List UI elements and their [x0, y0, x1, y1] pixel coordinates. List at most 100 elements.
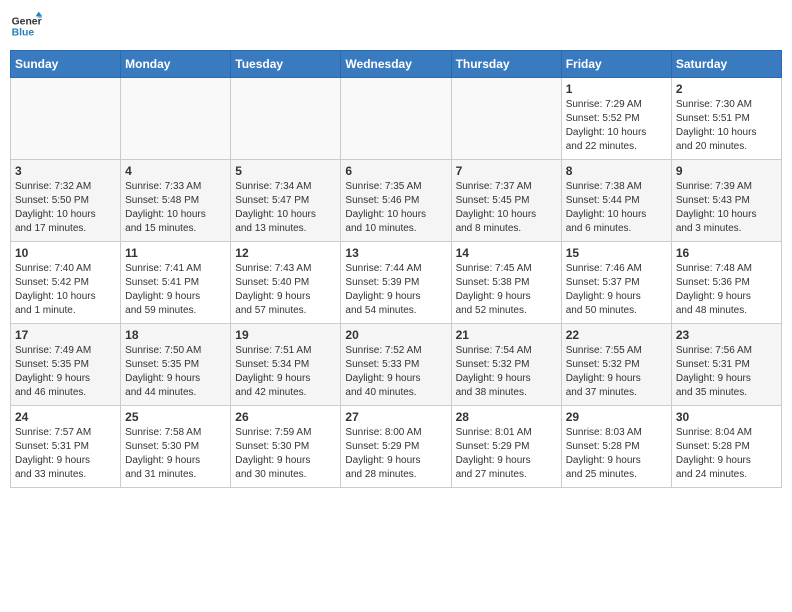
day-number: 28	[456, 410, 557, 424]
calendar-cell: 13 Sunrise: 7:44 AM Sunset: 5:39 PM Dayli…	[341, 242, 451, 324]
day-number: 8	[566, 164, 667, 178]
day-number: 12	[235, 246, 336, 260]
day-info: Sunrise: 7:51 AM Sunset: 5:34 PM Dayligh…	[235, 344, 336, 400]
day-number: 21	[456, 328, 557, 342]
day-number: 5	[235, 164, 336, 178]
day-number: 24	[15, 410, 116, 424]
day-number: 25	[125, 410, 226, 424]
day-info: Sunrise: 7:37 AM Sunset: 5:45 PM Dayligh…	[456, 180, 557, 236]
weekday-header: Friday	[561, 51, 671, 78]
day-number: 27	[345, 410, 446, 424]
day-info: Sunrise: 7:40 AM Sunset: 5:42 PM Dayligh…	[15, 262, 116, 318]
day-info: Sunrise: 7:50 AM Sunset: 5:35 PM Dayligh…	[125, 344, 226, 400]
calendar-cell: 25 Sunrise: 7:58 AM Sunset: 5:30 PM Dayli…	[121, 406, 231, 488]
calendar-cell: 5 Sunrise: 7:34 AM Sunset: 5:47 PM Daylig…	[231, 160, 341, 242]
calendar-cell	[11, 78, 121, 160]
calendar-cell: 9 Sunrise: 7:39 AM Sunset: 5:43 PM Daylig…	[671, 160, 781, 242]
day-number: 2	[676, 82, 777, 96]
calendar-cell	[231, 78, 341, 160]
day-info: Sunrise: 8:01 AM Sunset: 5:29 PM Dayligh…	[456, 426, 557, 482]
day-number: 17	[15, 328, 116, 342]
day-info: Sunrise: 7:57 AM Sunset: 5:31 PM Dayligh…	[15, 426, 116, 482]
day-info: Sunrise: 7:29 AM Sunset: 5:52 PM Dayligh…	[566, 98, 667, 154]
day-info: Sunrise: 7:30 AM Sunset: 5:51 PM Dayligh…	[676, 98, 777, 154]
svg-text:Blue: Blue	[12, 28, 35, 39]
calendar-table: SundayMondayTuesdayWednesdayThursdayFrid…	[10, 50, 782, 488]
weekday-header: Sunday	[11, 51, 121, 78]
day-info: Sunrise: 7:59 AM Sunset: 5:30 PM Dayligh…	[235, 426, 336, 482]
svg-text:General: General	[12, 16, 42, 27]
calendar-cell: 8 Sunrise: 7:38 AM Sunset: 5:44 PM Daylig…	[561, 160, 671, 242]
day-number: 13	[345, 246, 446, 260]
day-info: Sunrise: 7:45 AM Sunset: 5:38 PM Dayligh…	[456, 262, 557, 318]
day-info: Sunrise: 7:32 AM Sunset: 5:50 PM Dayligh…	[15, 180, 116, 236]
day-number: 22	[566, 328, 667, 342]
page-header: General Blue	[10, 10, 782, 42]
calendar-week-row: 10Sunrise: 7:40 AM Sunset: 5:42 PM Dayli…	[11, 242, 782, 324]
calendar-cell: 19Sunrise: 7:51 AM Sunset: 5:34 PM Dayli…	[231, 324, 341, 406]
day-info: Sunrise: 7:44 AM Sunset: 5:39 PM Dayligh…	[345, 262, 446, 318]
calendar-cell: 23Sunrise: 7:56 AM Sunset: 5:31 PM Dayli…	[671, 324, 781, 406]
day-number: 3	[15, 164, 116, 178]
day-info: Sunrise: 8:03 AM Sunset: 5:28 PM Dayligh…	[566, 426, 667, 482]
calendar-header-row: SundayMondayTuesdayWednesdayThursdayFrid…	[11, 51, 782, 78]
day-info: Sunrise: 7:56 AM Sunset: 5:31 PM Dayligh…	[676, 344, 777, 400]
day-number: 4	[125, 164, 226, 178]
day-number: 15	[566, 246, 667, 260]
calendar-cell: 30Sunrise: 8:04 AM Sunset: 5:28 PM Dayli…	[671, 406, 781, 488]
calendar-cell: 11 Sunrise: 7:41 AM Sunset: 5:41 PM Dayli…	[121, 242, 231, 324]
calendar-cell	[341, 78, 451, 160]
day-number: 16	[676, 246, 777, 260]
weekday-header: Saturday	[671, 51, 781, 78]
calendar-cell: 27 Sunrise: 8:00 AM Sunset: 5:29 PM Dayli…	[341, 406, 451, 488]
calendar-cell: 20Sunrise: 7:52 AM Sunset: 5:33 PM Dayli…	[341, 324, 451, 406]
day-number: 6	[345, 164, 446, 178]
calendar-week-row: 1 Sunrise: 7:29 AM Sunset: 5:52 PM Daylig…	[11, 78, 782, 160]
calendar-cell: 14 Sunrise: 7:45 AM Sunset: 5:38 PM Dayli…	[451, 242, 561, 324]
calendar-week-row: 24 Sunrise: 7:57 AM Sunset: 5:31 PM Dayli…	[11, 406, 782, 488]
calendar-cell: 6Sunrise: 7:35 AM Sunset: 5:46 PM Daylig…	[341, 160, 451, 242]
day-number: 1	[566, 82, 667, 96]
calendar-cell	[451, 78, 561, 160]
day-info: Sunrise: 7:58 AM Sunset: 5:30 PM Dayligh…	[125, 426, 226, 482]
day-number: 7	[456, 164, 557, 178]
weekday-header: Monday	[121, 51, 231, 78]
day-number: 26	[235, 410, 336, 424]
calendar-cell	[121, 78, 231, 160]
day-number: 20	[345, 328, 446, 342]
calendar-cell: 22 Sunrise: 7:55 AM Sunset: 5:32 PM Dayli…	[561, 324, 671, 406]
calendar-week-row: 3 Sunrise: 7:32 AM Sunset: 5:50 PM Daylig…	[11, 160, 782, 242]
day-info: Sunrise: 7:34 AM Sunset: 5:47 PM Dayligh…	[235, 180, 336, 236]
day-number: 14	[456, 246, 557, 260]
calendar-cell: 17 Sunrise: 7:49 AM Sunset: 5:35 PM Dayli…	[11, 324, 121, 406]
day-info: Sunrise: 7:33 AM Sunset: 5:48 PM Dayligh…	[125, 180, 226, 236]
day-info: Sunrise: 7:54 AM Sunset: 5:32 PM Dayligh…	[456, 344, 557, 400]
day-number: 9	[676, 164, 777, 178]
calendar-cell: 21 Sunrise: 7:54 AM Sunset: 5:32 PM Dayli…	[451, 324, 561, 406]
day-number: 29	[566, 410, 667, 424]
weekday-header: Wednesday	[341, 51, 451, 78]
logo-icon: General Blue	[10, 10, 42, 42]
calendar-cell: 16Sunrise: 7:48 AM Sunset: 5:36 PM Dayli…	[671, 242, 781, 324]
day-info: Sunrise: 7:55 AM Sunset: 5:32 PM Dayligh…	[566, 344, 667, 400]
day-number: 30	[676, 410, 777, 424]
calendar-body: 1 Sunrise: 7:29 AM Sunset: 5:52 PM Daylig…	[11, 78, 782, 488]
day-info: Sunrise: 7:38 AM Sunset: 5:44 PM Dayligh…	[566, 180, 667, 236]
day-info: Sunrise: 7:41 AM Sunset: 5:41 PM Dayligh…	[125, 262, 226, 318]
calendar-cell: 26 Sunrise: 7:59 AM Sunset: 5:30 PM Dayli…	[231, 406, 341, 488]
logo: General Blue	[10, 10, 42, 42]
calendar-cell: 29 Sunrise: 8:03 AM Sunset: 5:28 PM Dayli…	[561, 406, 671, 488]
day-info: Sunrise: 8:00 AM Sunset: 5:29 PM Dayligh…	[345, 426, 446, 482]
day-info: Sunrise: 7:43 AM Sunset: 5:40 PM Dayligh…	[235, 262, 336, 318]
calendar-cell: 18 Sunrise: 7:50 AM Sunset: 5:35 PM Dayli…	[121, 324, 231, 406]
calendar-cell: 1 Sunrise: 7:29 AM Sunset: 5:52 PM Daylig…	[561, 78, 671, 160]
calendar-cell: 15Sunrise: 7:46 AM Sunset: 5:37 PM Dayli…	[561, 242, 671, 324]
day-info: Sunrise: 7:49 AM Sunset: 5:35 PM Dayligh…	[15, 344, 116, 400]
day-number: 11	[125, 246, 226, 260]
weekday-header: Thursday	[451, 51, 561, 78]
calendar-cell: 10Sunrise: 7:40 AM Sunset: 5:42 PM Dayli…	[11, 242, 121, 324]
calendar-cell: 7 Sunrise: 7:37 AM Sunset: 5:45 PM Daylig…	[451, 160, 561, 242]
day-info: Sunrise: 7:39 AM Sunset: 5:43 PM Dayligh…	[676, 180, 777, 236]
calendar-cell: 3 Sunrise: 7:32 AM Sunset: 5:50 PM Daylig…	[11, 160, 121, 242]
day-number: 18	[125, 328, 226, 342]
